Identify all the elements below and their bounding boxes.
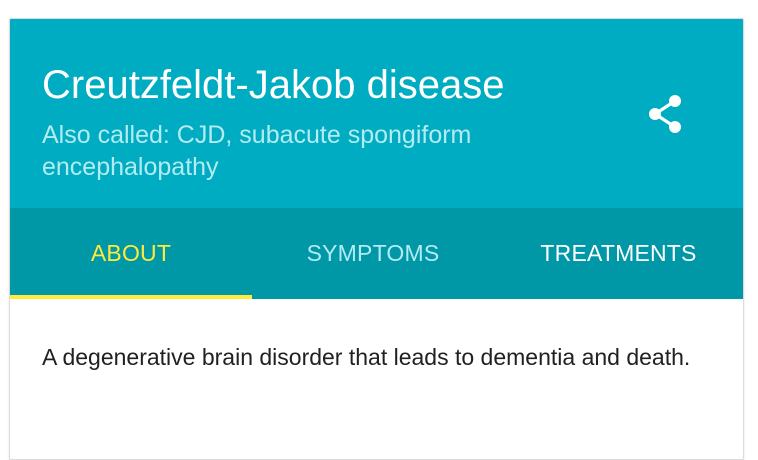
tab-symptoms-label: SYMPTOMS bbox=[306, 240, 440, 266]
tab-treatments-label: TREATMENTS bbox=[540, 240, 697, 266]
tab-about[interactable]: ABOUT bbox=[10, 208, 252, 299]
also-called-text: Also called: CJD, subacute spongiform en… bbox=[42, 121, 472, 181]
tab-about-label: ABOUT bbox=[90, 240, 172, 266]
knowledge-card: Creutzfeldt-Jakob disease Also called: C… bbox=[9, 18, 744, 460]
share-icon bbox=[649, 95, 681, 133]
disease-description: A degenerative brain disorder that leads… bbox=[42, 344, 691, 370]
share-button[interactable] bbox=[642, 91, 690, 139]
tab-bar: ABOUT SYMPTOMS TREATMENTS bbox=[10, 208, 743, 299]
tab-treatments[interactable]: TREATMENTS bbox=[494, 208, 743, 299]
active-tab-indicator bbox=[10, 295, 252, 299]
tab-symptoms[interactable]: SYMPTOMS bbox=[252, 208, 494, 299]
disease-title: Creutzfeldt-Jakob disease bbox=[42, 63, 505, 107]
card-header: Creutzfeldt-Jakob disease Also called: C… bbox=[10, 19, 743, 208]
